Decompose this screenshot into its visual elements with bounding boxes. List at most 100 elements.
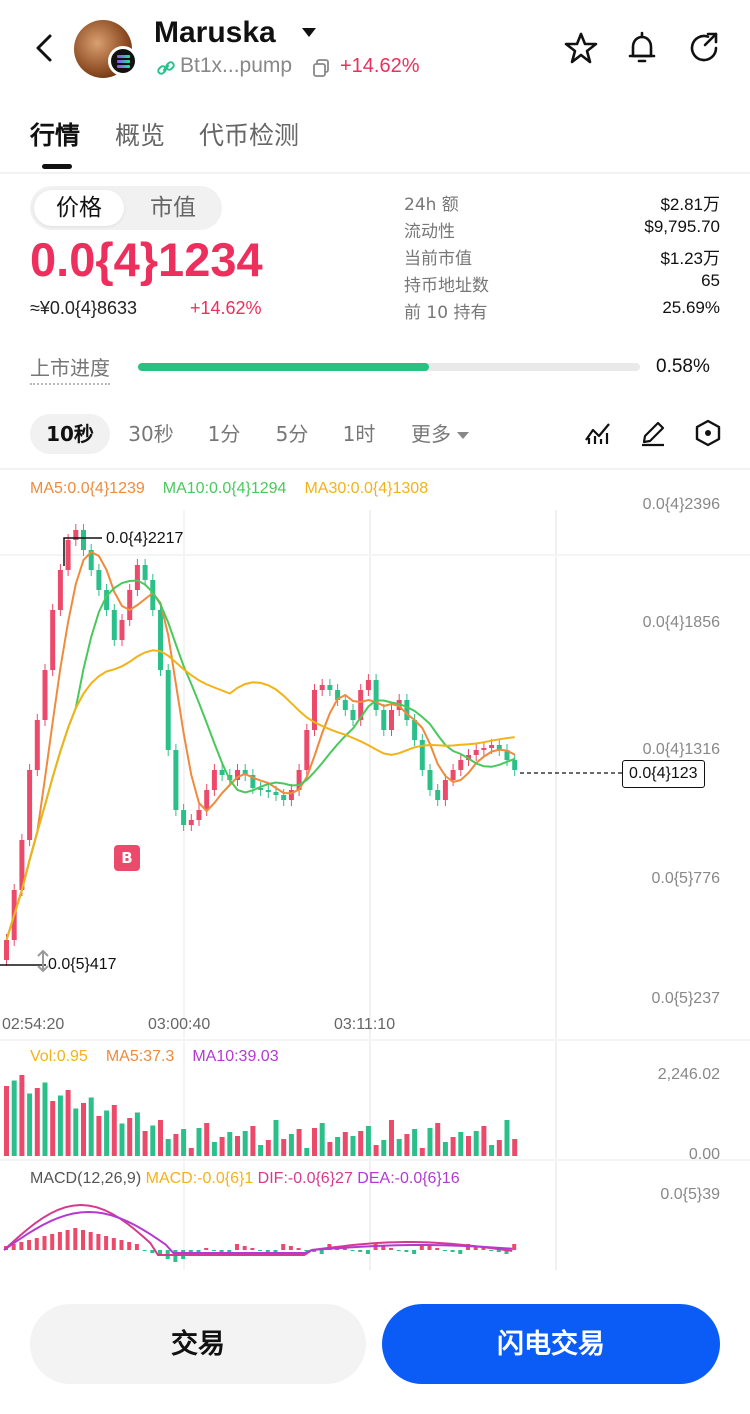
tab-token-check[interactable]: 代币检测 xyxy=(199,116,299,152)
share-icon[interactable] xyxy=(686,30,722,66)
chevron-down-icon xyxy=(457,432,469,439)
solana-chain-icon xyxy=(108,46,138,76)
price-chart[interactable] xyxy=(0,470,750,1274)
listing-progress-fill xyxy=(138,363,430,371)
macd-dif: DIF:-0.0{6}27 xyxy=(257,1170,353,1187)
copy-icon[interactable] xyxy=(312,58,330,78)
volume-bar xyxy=(412,1129,418,1156)
volume-bar xyxy=(504,1120,510,1156)
header-price-change: +14.62% xyxy=(340,55,420,77)
volume-bar xyxy=(427,1128,433,1156)
volume-bar xyxy=(111,1105,117,1156)
macd-bar xyxy=(358,1250,363,1252)
listing-progress-label[interactable]: 上市进度 xyxy=(30,352,110,385)
volume-bar xyxy=(88,1097,94,1156)
candle xyxy=(57,570,63,610)
candle xyxy=(427,770,433,790)
macd-bar xyxy=(127,1242,132,1250)
divider xyxy=(0,172,750,174)
volume-bar xyxy=(265,1140,271,1156)
buy-marker[interactable]: B xyxy=(114,845,140,871)
macd-bar xyxy=(296,1248,301,1250)
macd-bar xyxy=(512,1244,517,1250)
candle xyxy=(165,670,171,750)
chevron-left-icon[interactable] xyxy=(26,28,62,68)
volume-bar xyxy=(512,1139,518,1156)
settings-hexagon-icon[interactable] xyxy=(693,418,723,448)
volume-bar xyxy=(81,1103,86,1156)
bell-icon[interactable] xyxy=(624,30,660,66)
scroll-handle-icon[interactable] xyxy=(32,948,54,974)
volume-bar xyxy=(204,1123,210,1156)
segment-marketcap[interactable]: 市值 xyxy=(128,190,218,226)
interval-5m[interactable]: 5分 xyxy=(262,414,322,454)
candle xyxy=(304,730,310,770)
candle xyxy=(204,790,210,810)
volume-bar xyxy=(396,1139,402,1156)
macd-legend: MACD(12,26,9) MACD:-0.0{6}1 DIF:-0.0{6}2… xyxy=(30,1170,460,1188)
volume-ma10-label: MA10:39.03 xyxy=(192,1048,279,1065)
candle xyxy=(50,610,56,670)
volume-bar xyxy=(481,1126,487,1156)
macd-bar xyxy=(427,1246,432,1250)
candle xyxy=(319,685,325,690)
macd-title: MACD(12,26,9) xyxy=(30,1170,142,1187)
macd-bar xyxy=(204,1248,209,1250)
stat-row: 前 10 持有 25.69% xyxy=(404,298,720,325)
tab-overview[interactable]: 概览 xyxy=(115,116,165,152)
macd-bar xyxy=(435,1248,440,1250)
candle xyxy=(458,760,464,770)
ma30-label: MA30:0.0{4}1308 xyxy=(304,480,429,497)
interval-10s[interactable]: 10秒 xyxy=(30,414,110,454)
macd-bar xyxy=(96,1234,101,1250)
macd-bar xyxy=(134,1244,139,1250)
draw-pen-icon[interactable] xyxy=(638,418,668,448)
link-icon xyxy=(157,61,175,75)
price-change-percent: +14.62% xyxy=(190,298,262,318)
volume-bar xyxy=(250,1126,256,1156)
volume-bar xyxy=(173,1134,179,1156)
macd-bar xyxy=(365,1250,370,1254)
price-marketcap-toggle: 价格 市值 xyxy=(30,186,222,230)
volume-bar xyxy=(312,1128,317,1156)
stat-label: 流动性 xyxy=(404,222,455,242)
volume-bar xyxy=(381,1140,387,1156)
macd-bar xyxy=(350,1250,355,1251)
interval-more-label: 更多 xyxy=(411,422,451,446)
volume-bar xyxy=(65,1090,71,1156)
volume-bar xyxy=(296,1129,302,1156)
volume-bar xyxy=(281,1139,287,1156)
token-name[interactable]: Maruska xyxy=(154,16,276,50)
interval-1m[interactable]: 1分 xyxy=(196,414,252,454)
segment-price[interactable]: 价格 xyxy=(34,190,124,226)
candle xyxy=(96,570,102,590)
tab-market[interactable]: 行情 xyxy=(30,116,80,152)
volume-bar xyxy=(235,1136,240,1156)
flash-trade-button[interactable]: 闪电交易 xyxy=(382,1304,720,1384)
volume-bar xyxy=(319,1123,325,1156)
trade-button[interactable]: 交易 xyxy=(30,1304,366,1384)
volume-bar xyxy=(342,1132,348,1156)
candle xyxy=(481,748,487,750)
interval-1h[interactable]: 1时 xyxy=(330,414,388,454)
price-axis-label: 0.0{4}2396 xyxy=(642,496,720,513)
top-header: Maruska Bt1x...pump +14.62% xyxy=(0,0,750,100)
volume-bar xyxy=(119,1123,125,1156)
indicator-icon[interactable] xyxy=(583,418,613,448)
volume-bar xyxy=(42,1082,48,1156)
volume-bar xyxy=(273,1120,279,1156)
candle xyxy=(365,680,371,690)
macd-bar xyxy=(396,1250,401,1251)
interval-more[interactable]: 更多 xyxy=(398,414,482,454)
volume-legend: Vol:0.95 MA5:37.3 MA10:39.03 xyxy=(30,1048,297,1066)
macd-bar xyxy=(42,1236,47,1250)
candle xyxy=(404,700,410,720)
volume-bar xyxy=(419,1148,425,1156)
candle xyxy=(188,820,194,825)
ma10-label: MA10:0.0{4}1294 xyxy=(162,480,287,497)
macd-dea-line xyxy=(3,1210,513,1254)
star-icon[interactable] xyxy=(563,30,599,66)
chevron-down-icon[interactable] xyxy=(302,28,316,37)
interval-30s[interactable]: 30秒 xyxy=(118,414,184,454)
low-price-label: 0.0{5}417 xyxy=(48,956,117,973)
